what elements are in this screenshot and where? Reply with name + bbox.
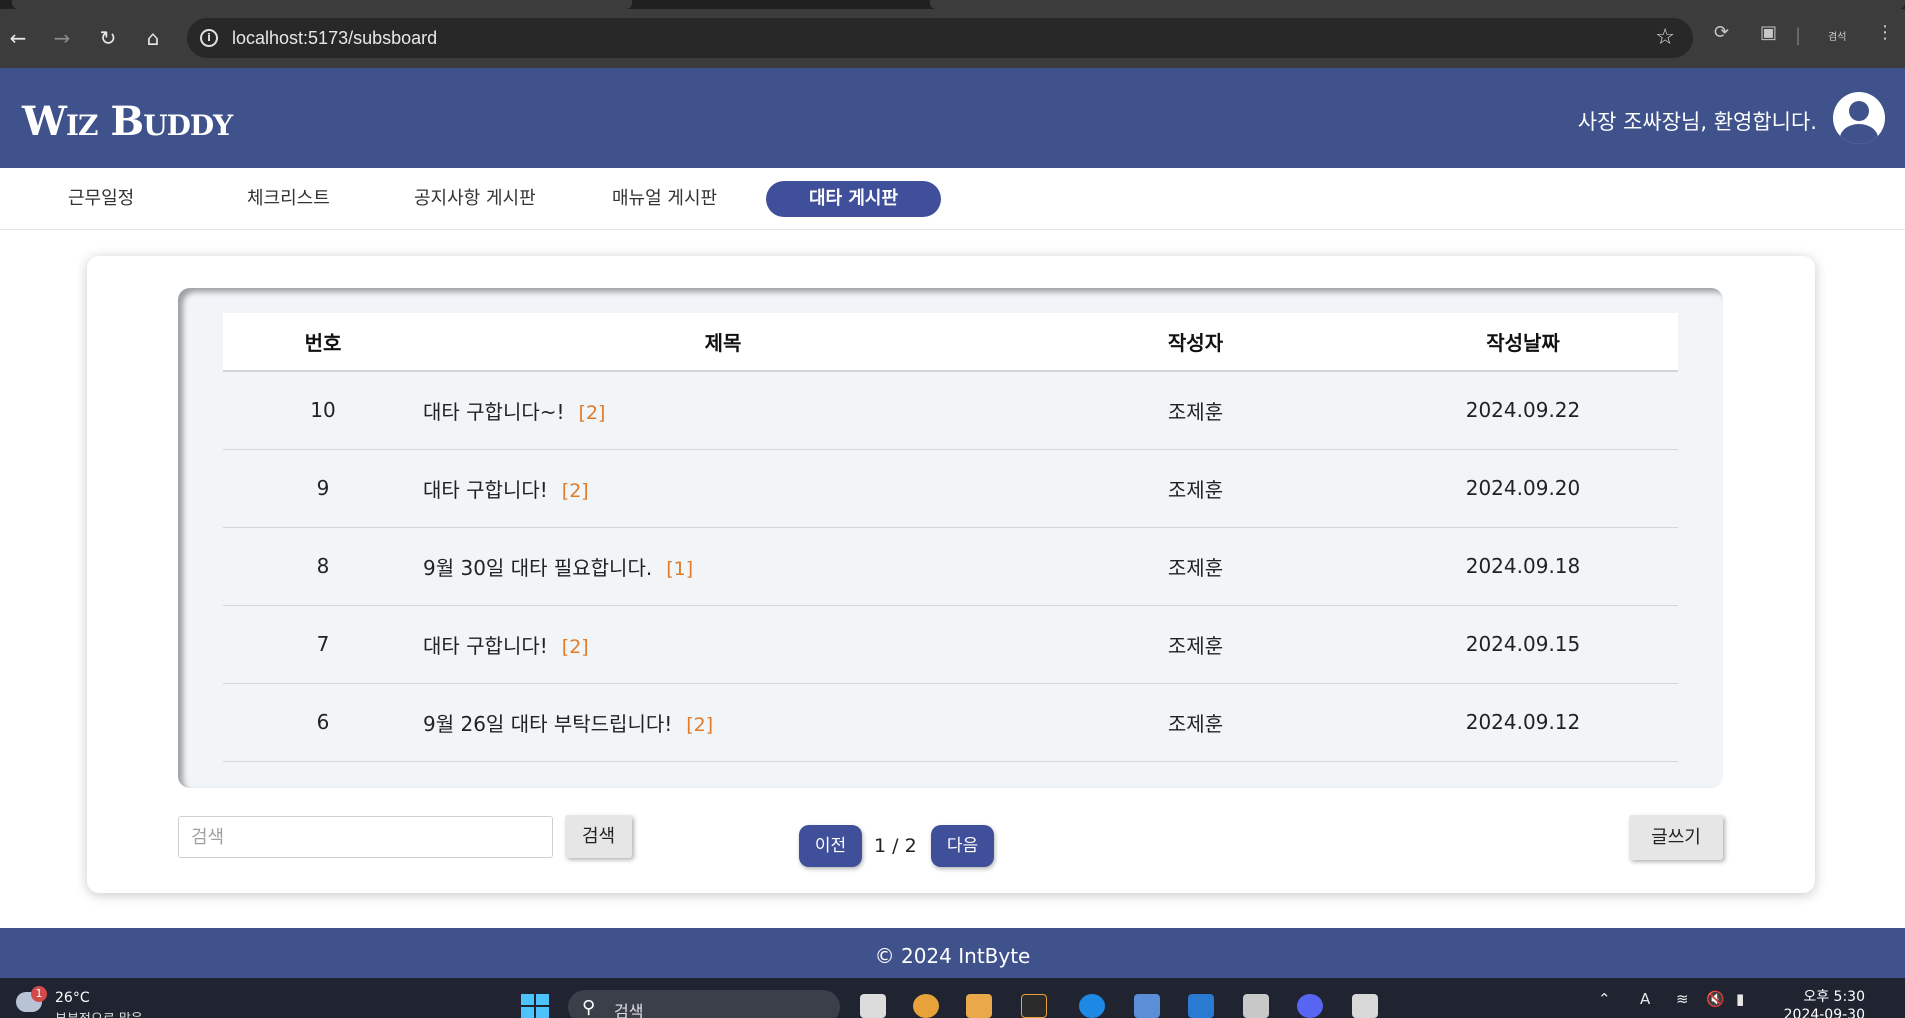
tab-manual-board[interactable]: 매뉴얼 게시판 bbox=[612, 181, 717, 217]
sync-icon[interactable]: ⟳ bbox=[1714, 22, 1729, 43]
extensions-icon[interactable]: ▣ bbox=[1760, 22, 1777, 43]
post-title-link[interactable]: 9월 26일 대타 부탁드립니다! bbox=[423, 712, 672, 736]
comment-count: [2] bbox=[561, 479, 589, 502]
post-date: 2024.09.18 bbox=[1368, 527, 1678, 606]
post-writer: 조제훈 bbox=[1023, 683, 1368, 762]
weather-badge: 1 bbox=[31, 986, 47, 1002]
post-title-link[interactable]: 9월 30일 대타 필요합니다. bbox=[423, 556, 652, 580]
toolbar-divider: | bbox=[1795, 25, 1802, 46]
tab-substitute-board[interactable]: 대타 게시판 bbox=[766, 181, 941, 217]
browser-tab[interactable] bbox=[12, 0, 632, 9]
browser-toolbar: ← → ↻ ⌂ i localhost:5173/subsboard ☆ ⟳ ▣… bbox=[0, 0, 1905, 68]
tab-work-schedule[interactable]: 근무일정 bbox=[68, 181, 134, 217]
post-number: 10 bbox=[223, 371, 423, 450]
user-avatar-icon[interactable] bbox=[1833, 92, 1885, 144]
post-writer: 조제훈 bbox=[1023, 527, 1368, 606]
table-row[interactable]: 8 9월 30일 대타 필요합니다. [1] 조제훈 2024.09.18 bbox=[223, 527, 1678, 606]
comment-count: [2] bbox=[686, 713, 714, 736]
address-bar[interactable]: i localhost:5173/subsboard ☆ bbox=[187, 18, 1693, 58]
post-title-link[interactable]: 대타 구합니다~! bbox=[423, 400, 565, 424]
table-row[interactable]: 9 대타 구합니다! [2] 조제훈 2024.09.20 bbox=[223, 449, 1678, 528]
column-header-writer: 작성자 bbox=[1023, 313, 1368, 372]
search-icon: ⚲ bbox=[582, 997, 596, 1018]
taskbar-search-placeholder: 검색 bbox=[614, 1002, 644, 1018]
discord-icon[interactable] bbox=[1297, 994, 1323, 1018]
task-view-icon[interactable] bbox=[860, 994, 886, 1018]
browser-menu-icon[interactable]: ⋮ bbox=[1876, 22, 1894, 43]
tab-checklist[interactable]: 체크리스트 bbox=[247, 181, 330, 217]
wifi-icon[interactable]: ≋ bbox=[1676, 990, 1689, 1008]
windows-start-icon[interactable] bbox=[521, 994, 549, 1018]
page-footer: © 2024 IntByte bbox=[0, 928, 1905, 978]
post-writer: 조제훈 bbox=[1023, 605, 1368, 684]
post-number: 6 bbox=[223, 683, 423, 762]
prev-page-button[interactable]: 이전 bbox=[799, 825, 862, 867]
back-arrow-icon[interactable]: ← bbox=[2, 22, 34, 54]
url-text[interactable]: localhost:5173/subsboard bbox=[232, 28, 437, 49]
vscode-icon[interactable] bbox=[1188, 994, 1214, 1018]
table-panel: 번호 제목 작성자 작성날짜 10 대타 구합니다~! [2] 조제훈 2024.… bbox=[178, 288, 1723, 788]
intellij-icon[interactable] bbox=[1021, 994, 1047, 1018]
post-writer: 조제훈 bbox=[1023, 371, 1368, 450]
battery-icon[interactable]: ▮ bbox=[1736, 990, 1744, 1008]
search-input[interactable] bbox=[178, 816, 553, 858]
tray-overflow-icon[interactable]: ⌃ bbox=[1598, 990, 1611, 1008]
volume-muted-icon[interactable]: 🔇 bbox=[1706, 990, 1725, 1008]
column-header-title: 제목 bbox=[423, 313, 1023, 372]
site-info-icon[interactable]: i bbox=[200, 29, 218, 47]
post-date: 2024.09.12 bbox=[1368, 683, 1678, 762]
post-title-link[interactable]: 대타 구합니다! bbox=[423, 634, 548, 658]
table-row[interactable]: 10 대타 구합니다~! [2] 조제훈 2024.09.22 bbox=[223, 371, 1678, 450]
column-header-number: 번호 bbox=[223, 313, 423, 372]
weather-description: 부분적으로 맑음 bbox=[55, 1008, 143, 1018]
column-header-date: 작성날짜 bbox=[1368, 313, 1678, 372]
comment-count: [2] bbox=[561, 635, 589, 658]
page-indicator: 1 / 2 bbox=[874, 835, 917, 857]
forward-arrow-icon[interactable]: → bbox=[46, 22, 78, 54]
weather-temperature[interactable]: 26°C bbox=[55, 990, 90, 1006]
comment-count: [1] bbox=[666, 557, 694, 580]
welcome-message: 사장 조싸장님, 환영합니다. bbox=[1577, 110, 1817, 134]
snipping-tool-icon[interactable] bbox=[1243, 994, 1269, 1018]
home-icon[interactable]: ⌂ bbox=[137, 22, 169, 54]
notepad-icon[interactable] bbox=[1134, 994, 1160, 1018]
post-date: 2024.09.15 bbox=[1368, 605, 1678, 684]
post-writer: 조제훈 bbox=[1023, 449, 1368, 528]
ime-icon[interactable]: A bbox=[1640, 990, 1650, 1008]
search-button[interactable]: 검색 bbox=[565, 815, 632, 858]
file-explorer-icon[interactable] bbox=[966, 994, 992, 1018]
app-logo[interactable]: Wiz Buddy bbox=[22, 98, 233, 145]
tab-notice-board[interactable]: 공지사항 게시판 bbox=[414, 181, 536, 217]
browser-tab-strip bbox=[0, 0, 1905, 9]
post-number: 8 bbox=[223, 527, 423, 606]
post-number: 9 bbox=[223, 449, 423, 528]
post-title-link[interactable]: 대타 구합니다! bbox=[423, 478, 548, 502]
reload-icon[interactable]: ↻ bbox=[92, 22, 124, 54]
comment-count: [2] bbox=[578, 401, 606, 424]
os-taskbar: 1 26°C 부분적으로 맑음 ⚲ 검색 ⌃ A ≋ 🔇 ▮ 오후 5:30 2… bbox=[0, 978, 1905, 1018]
chrome-icon[interactable] bbox=[913, 994, 939, 1018]
table-row[interactable]: 6 9월 26일 대타 부탁드립니다! [2] 조제훈 2024.09.12 bbox=[223, 683, 1678, 762]
clock-date: 2024-09-30 bbox=[1783, 1007, 1865, 1018]
app-header: Wiz Buddy 사장 조싸장님, 환영합니다. bbox=[0, 68, 1905, 168]
table-header-row: 번호 제목 작성자 작성날짜 bbox=[223, 313, 1678, 372]
maps-icon[interactable] bbox=[1079, 994, 1105, 1018]
bookmark-star-icon[interactable]: ☆ bbox=[1655, 25, 1675, 50]
table-row[interactable]: 7 대타 구합니다! [2] 조제훈 2024.09.15 bbox=[223, 605, 1678, 684]
taskbar-search-box[interactable]: ⚲ 검색 bbox=[568, 990, 840, 1018]
post-date: 2024.09.20 bbox=[1368, 449, 1678, 528]
board-table: 번호 제목 작성자 작성날짜 10 대타 구합니다~! [2] 조제훈 2024.… bbox=[223, 313, 1678, 762]
app-icon[interactable] bbox=[1352, 994, 1378, 1018]
post-date: 2024.09.22 bbox=[1368, 371, 1678, 450]
clock-time: 오후 5:30 bbox=[1803, 989, 1865, 1005]
post-number: 7 bbox=[223, 605, 423, 684]
main-nav: 근무일정 체크리스트 공지사항 게시판 매뉴얼 게시판 대타 게시판 bbox=[0, 168, 1905, 230]
profile-label[interactable]: 겸석 bbox=[1828, 28, 1846, 43]
system-clock[interactable]: 오후 5:30 2024-09-30 bbox=[1784, 988, 1865, 1018]
browser-tab[interactable] bbox=[930, 0, 1905, 9]
board-card: 번호 제목 작성자 작성날짜 10 대타 구합니다~! [2] 조제훈 2024.… bbox=[87, 256, 1815, 893]
next-page-button[interactable]: 다음 bbox=[931, 825, 994, 867]
write-post-button[interactable]: 글쓰기 bbox=[1629, 815, 1723, 860]
